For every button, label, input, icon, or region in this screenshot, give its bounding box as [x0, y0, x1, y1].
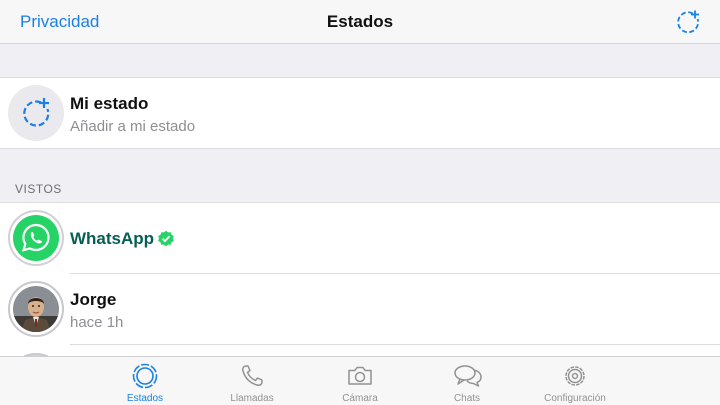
tab-chats[interactable]: Chats — [422, 357, 512, 405]
tab-label: Llamadas — [230, 393, 274, 404]
viewed-status-list: WhatsApp Jorge hace 1h — [0, 202, 720, 405]
viewed-section-header: VISTOS — [15, 182, 62, 196]
gear-icon — [565, 366, 585, 386]
tab-bar: Estados Llamadas Cámara Chats Configurac… — [0, 356, 720, 405]
chat-bubbles-icon — [454, 365, 482, 387]
phone-icon — [242, 365, 263, 386]
status-add-icon[interactable] — [674, 8, 702, 36]
tab-label: Cámara — [342, 393, 378, 404]
row-divider — [70, 344, 720, 345]
my-status-avatar[interactable] — [8, 85, 64, 141]
status-icon — [132, 363, 158, 389]
my-status-section: Mi estado Añadir a mi estado — [0, 77, 720, 149]
tab-label: Chats — [453, 393, 481, 404]
avatar[interactable] — [8, 281, 64, 337]
camera-icon — [348, 366, 372, 385]
page-title: Estados — [326, 12, 394, 31]
tab-label: Estados — [126, 393, 164, 404]
contact-name-jorge: Jorge — [70, 290, 117, 309]
tab-label: Configuración — [544, 393, 606, 404]
my-status-subtitle: Añadir a mi estado — [70, 118, 196, 135]
my-status-row[interactable]: Mi estado Añadir a mi estado — [0, 78, 720, 148]
status-timestamp: hace 1h — [70, 314, 124, 331]
tab-estados[interactable]: Estados — [100, 357, 190, 405]
my-status-title: Mi estado — [70, 94, 149, 113]
contact-name-whatsapp: WhatsApp — [70, 229, 155, 248]
tab-configuracion[interactable]: Configuración — [530, 357, 620, 405]
status-row-whatsapp[interactable]: WhatsApp — [0, 203, 720, 273]
status-add-icon — [23, 98, 50, 127]
status-row-jorge[interactable]: Jorge hace 1h — [0, 274, 720, 344]
whatsapp-logo[interactable] — [8, 210, 64, 266]
tab-llamadas[interactable]: Llamadas — [207, 357, 297, 405]
verified-badge-icon — [157, 230, 175, 253]
navigation-bar: Privacidad Estados — [0, 0, 720, 44]
tab-camara[interactable]: Cámara — [315, 357, 405, 405]
